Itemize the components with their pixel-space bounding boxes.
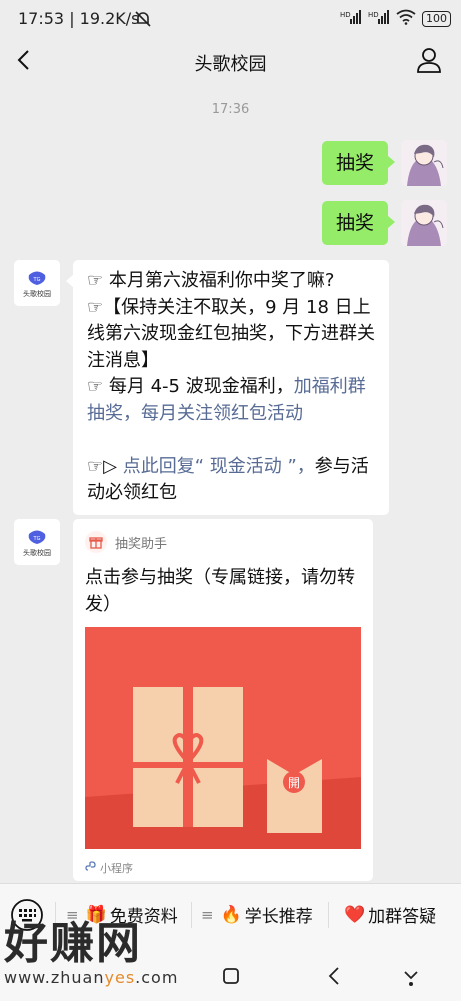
menu-divider: [328, 902, 329, 928]
user-avatar[interactable]: [401, 140, 447, 186]
watermark-url-left: www.zhuan: [4, 968, 105, 987]
menu-label: 加群答疑: [368, 907, 437, 927]
mini-program-icon: [85, 861, 96, 875]
back-triangle-icon[interactable]: [320, 964, 350, 990]
menu-join-group[interactable]: ❤️ 加群答疑: [344, 902, 437, 928]
mini-program-card[interactable]: 抽奖助手 点击参与抽奖（专属链接，请勿转发） 開 小程序: [73, 519, 373, 881]
svg-text:HD: HD: [368, 11, 379, 19]
hd-signal-icon: HD: [368, 9, 390, 28]
watermark-url: www.zhuanyes.com: [4, 968, 194, 987]
home-square-icon[interactable]: [216, 964, 246, 990]
battery-icon: 100: [422, 10, 451, 27]
watermark-logo: 好赚网: [4, 918, 142, 969]
wifi-icon: [396, 9, 416, 28]
watermark-url-mid: yes: [104, 968, 136, 987]
red-envelope-badge: 開: [288, 776, 300, 790]
svg-text:HD: HD: [340, 11, 351, 19]
mini-program-header: 抽奖助手: [85, 531, 167, 553]
watermark-url-right: .com: [135, 968, 179, 987]
menu-label: 学长推荐: [244, 907, 313, 927]
menu-senior-recommend[interactable]: ≡ 🔥 学长推荐: [201, 902, 313, 928]
mini-program-source: 抽奖助手: [115, 536, 168, 552]
watermark: 好赚网 www.zhuanyes.com: [4, 920, 194, 990]
mini-program-footer: 小程序: [85, 860, 133, 876]
received-message-text: ☞ 本月第六波福利你中奖了嘛? ☞【保持关注不取关，9 月 18 日上线第六波现…: [73, 260, 389, 515]
sent-message-text: 抽奖: [336, 212, 375, 234]
gift-icon: [85, 531, 107, 553]
person-icon[interactable]: [415, 46, 443, 74]
status-icons: HD HD 100: [340, 9, 451, 28]
official-account-avatar[interactable]: TG 头歌校园: [14, 260, 60, 306]
official-account-avatar[interactable]: TG 头歌校园: [14, 519, 60, 565]
mini-program-title: 点击参与抽奖（专属链接，请勿转发）: [85, 567, 355, 615]
message-line: ☞▷: [87, 455, 123, 477]
sent-message-text: 抽奖: [336, 152, 375, 174]
svg-text:TG: TG: [33, 536, 41, 542]
mute-bell-icon: [134, 10, 152, 32]
lottery-cover-image: 開: [85, 627, 361, 849]
avatar-label: 头歌校园: [23, 549, 51, 557]
sent-message-bubble[interactable]: 抽奖: [322, 141, 396, 185]
chat-header: 头歌校园: [0, 38, 461, 84]
menu-list-icon: ≡: [201, 905, 214, 924]
status-bar: 17:53 | 19.2K/s HD HD 100: [0, 0, 461, 38]
received-message-bubble[interactable]: ☞ 本月第六波福利你中奖了嘛? ☞【保持关注不取关，9 月 18 日上线第六波现…: [66, 260, 389, 515]
hd-signal-icon: HD: [340, 9, 362, 28]
avatar-label: 头歌校园: [23, 290, 51, 298]
status-time-speed: 17:53 | 19.2K/s: [18, 9, 140, 28]
menu-emoji: 🔥: [220, 904, 242, 925]
svg-text:TG: TG: [33, 277, 41, 283]
message-line: ☞ 每月 4-5 波现金福利，: [87, 376, 294, 397]
message-line: ☞【保持关注不取关，9 月 18 日上线第六波现金红包抽奖，下方进群关注消息】: [87, 296, 375, 371]
chat-title: 头歌校园: [194, 54, 267, 75]
time-separator: 17:36: [211, 102, 250, 117]
sent-message-bubble[interactable]: 抽奖: [322, 201, 396, 245]
mini-program-label: 小程序: [100, 862, 133, 875]
hide-keyboard-icon[interactable]: [396, 964, 426, 990]
menu-emoji: ❤️: [344, 904, 366, 925]
message-line: ☞ 本月第六波福利你中奖了嘛?: [87, 270, 335, 291]
reply-cash-activity-link[interactable]: 点此回复“ 现金活动 ”，: [123, 456, 315, 477]
user-avatar[interactable]: [401, 200, 447, 246]
